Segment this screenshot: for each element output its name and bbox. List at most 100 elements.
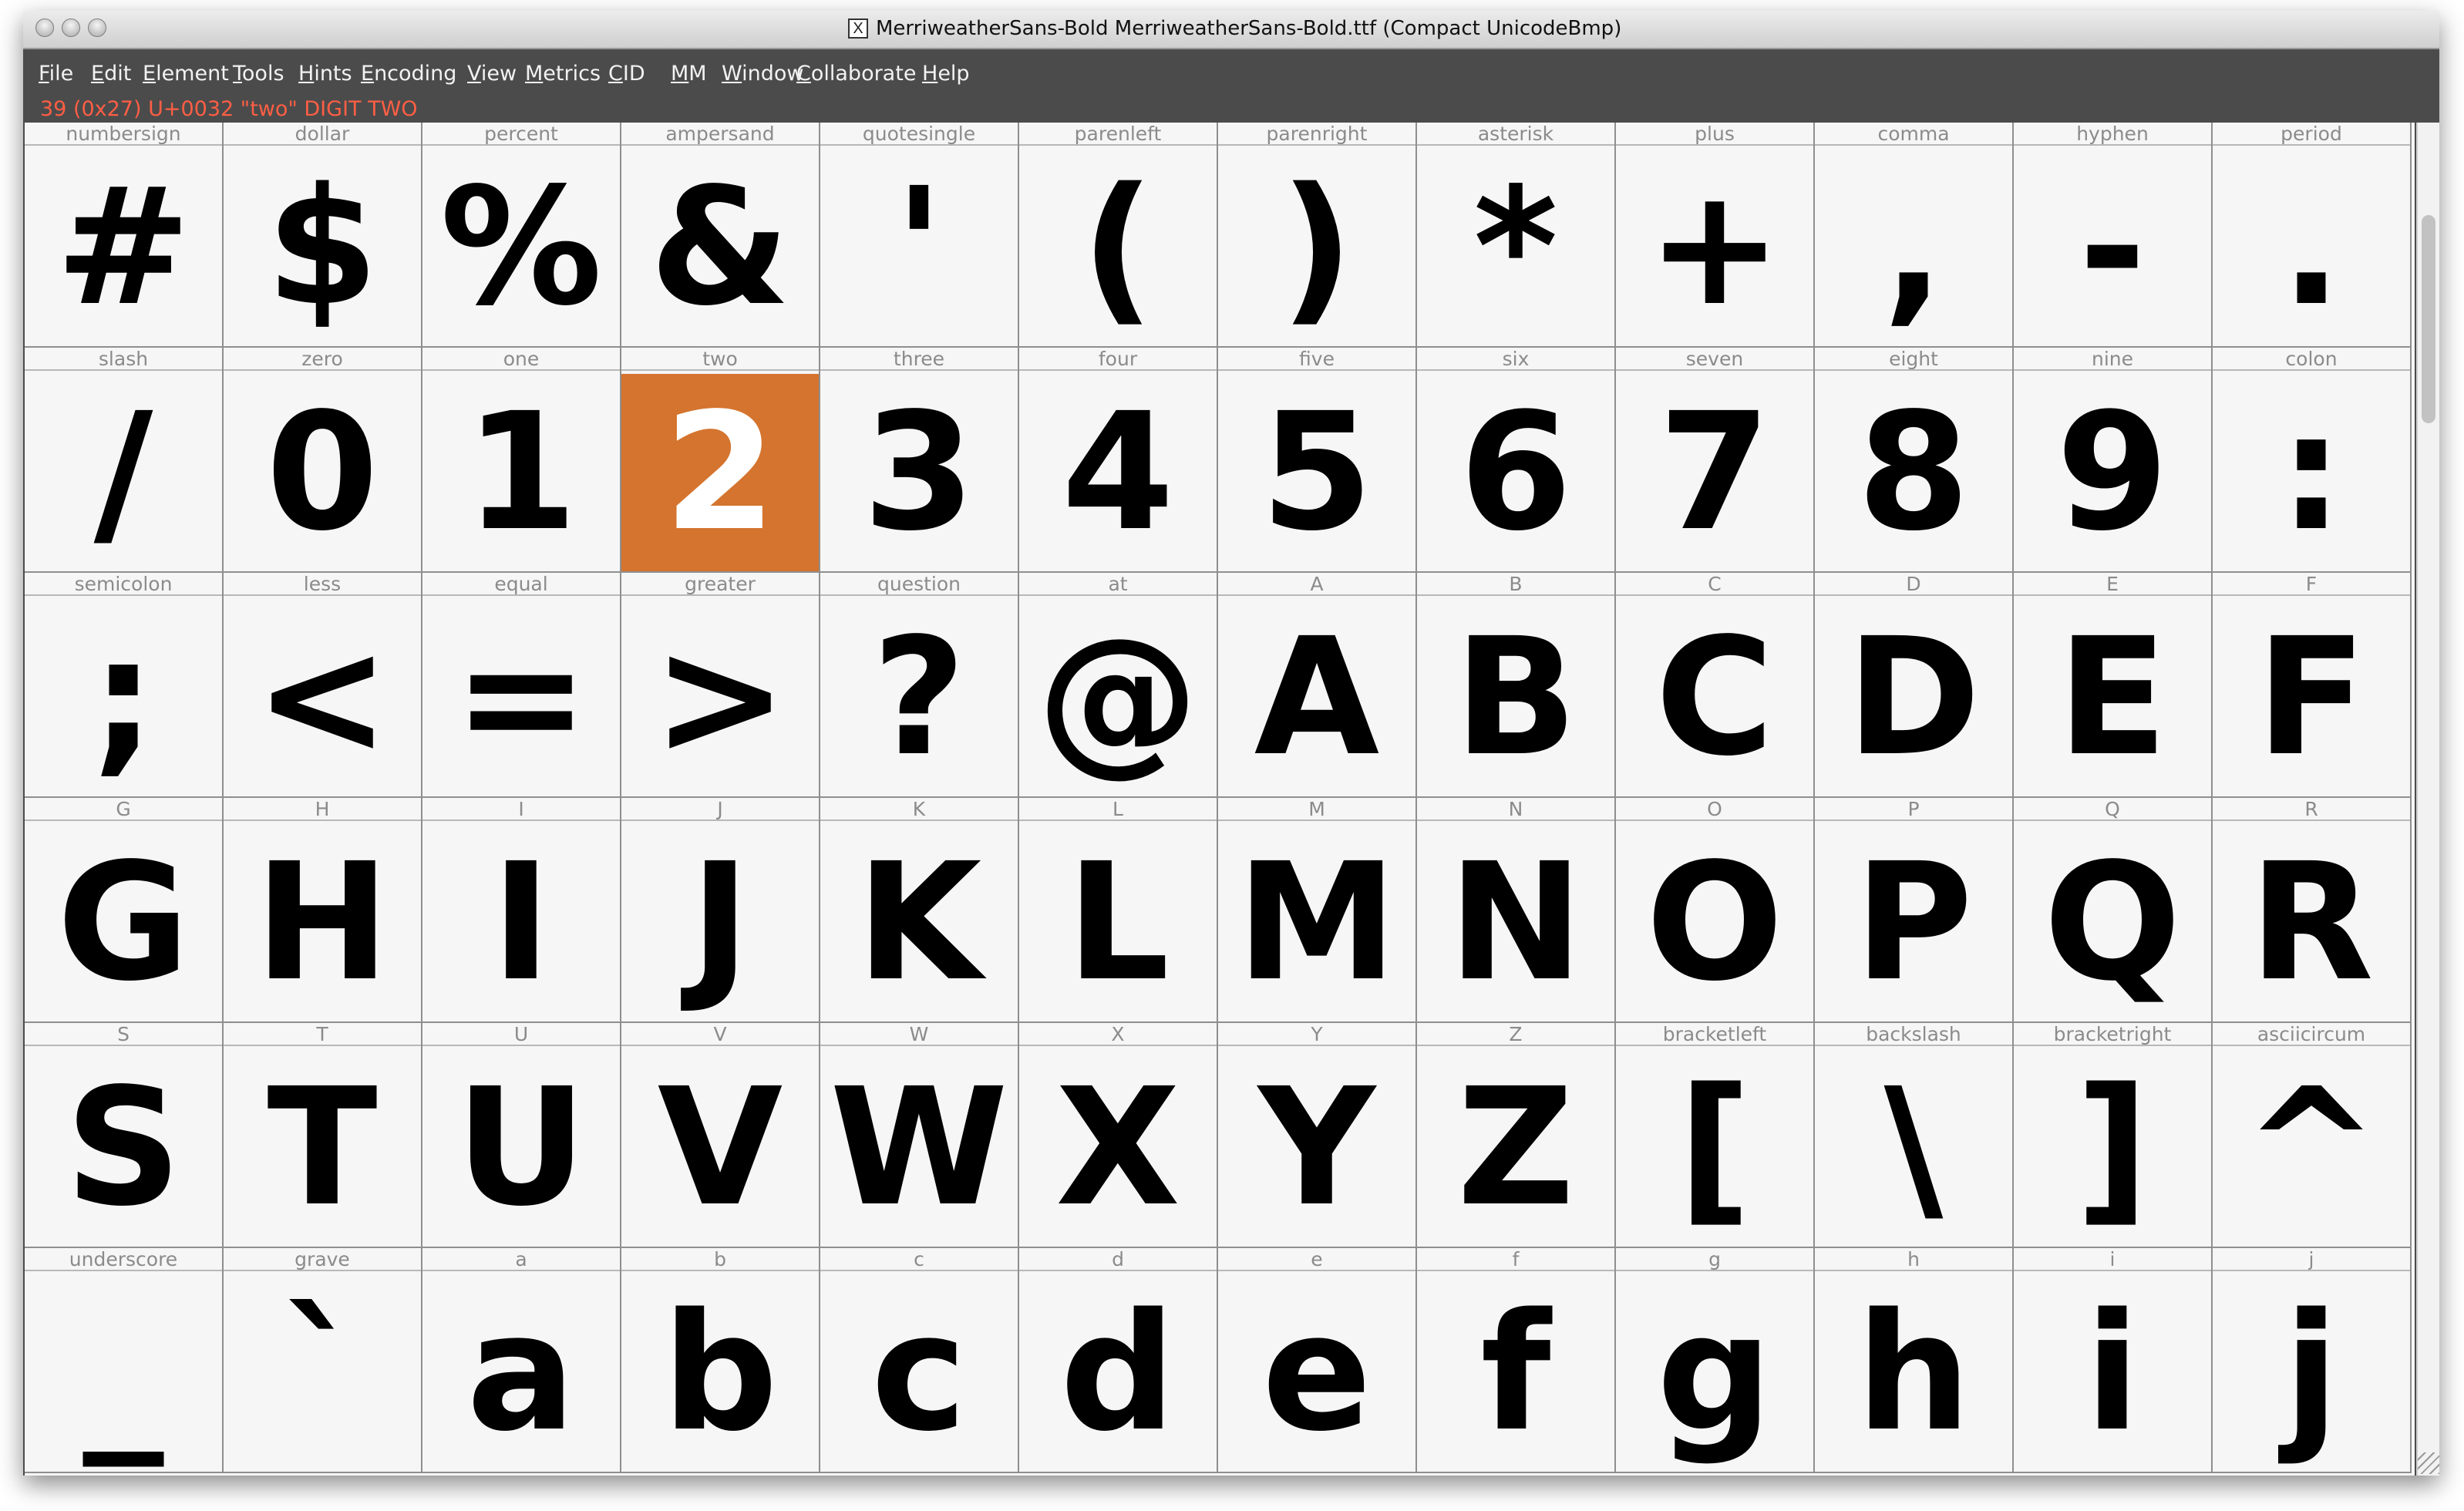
glyph-cell-L[interactable]: LL xyxy=(1019,798,1218,1023)
resize-grip-icon[interactable] xyxy=(2418,1452,2439,1474)
glyph-cell-W[interactable]: WW xyxy=(820,1023,1019,1248)
glyph-cell-at[interactable]: at @ xyxy=(1019,573,1218,798)
glyph-cell-three[interactable]: three 3 xyxy=(820,348,1019,573)
glyph-cell-zero[interactable]: zero 0 xyxy=(224,348,422,573)
glyph-cell-nine[interactable]: nine 9 xyxy=(2014,348,2213,573)
glyph-cell-grave[interactable]: grave ` xyxy=(224,1248,422,1473)
menu-view[interactable]: View xyxy=(467,62,517,86)
menu-edit[interactable]: Edit xyxy=(91,62,131,86)
glyph-name-label: asciicircum xyxy=(2213,1023,2410,1046)
menu-cid[interactable]: CID xyxy=(608,62,645,86)
glyph-cell-U[interactable]: UU xyxy=(422,1023,621,1248)
glyph-cell-G[interactable]: GG xyxy=(25,798,224,1023)
glyph-cell-P[interactable]: PP xyxy=(1815,798,2014,1023)
glyph-cell-semicolon[interactable]: semicolon; xyxy=(25,573,224,798)
glyph-cell-Q[interactable]: QQ xyxy=(2014,798,2213,1023)
menu-help[interactable]: Help xyxy=(922,62,970,86)
glyph-cell-asciicircum[interactable]: asciicircum ^ xyxy=(2213,1023,2412,1248)
glyph-cell-M[interactable]: MM xyxy=(1218,798,1417,1023)
glyph-cell-c[interactable]: cc xyxy=(820,1248,1019,1473)
glyph-cell-asterisk[interactable]: asterisk * xyxy=(1417,123,1616,348)
glyph-cell-e[interactable]: ee xyxy=(1218,1248,1417,1473)
glyph-cell-g[interactable]: gg xyxy=(1616,1248,1815,1473)
glyph-cell-Z[interactable]: ZZ xyxy=(1417,1023,1616,1248)
glyph-cell-one[interactable]: one 1 xyxy=(422,348,621,573)
glyph-name-label: c xyxy=(820,1248,1018,1271)
menu-hints[interactable]: Hints xyxy=(298,62,352,86)
glyph-cell-X[interactable]: XX xyxy=(1019,1023,1218,1248)
glyph-cell-E[interactable]: EE xyxy=(2014,573,2213,798)
glyph-cell-dollar[interactable]: dollar $ xyxy=(224,123,422,348)
glyph-cell-less[interactable]: less < xyxy=(224,573,422,798)
glyph-cell-I[interactable]: II xyxy=(422,798,621,1023)
glyph-cell-seven[interactable]: seven 7 xyxy=(1616,348,1815,573)
glyph-cell-ampersand[interactable]: ampersand & xyxy=(621,123,820,348)
glyph-name-label: I xyxy=(422,798,620,821)
glyph-cell-comma[interactable]: comma, xyxy=(1815,123,2014,348)
menu-file[interactable]: File xyxy=(39,62,73,86)
glyph-cell-four[interactable]: four 4 xyxy=(1019,348,1218,573)
glyph-cell-parenleft[interactable]: parenleft ( xyxy=(1019,123,1218,348)
glyph-cell-C[interactable]: CC xyxy=(1616,573,1815,798)
glyph-cell-N[interactable]: NN xyxy=(1417,798,1616,1023)
vertical-scrollbar[interactable] xyxy=(2416,123,2439,1476)
glyph-cell-percent[interactable]: percent% xyxy=(422,123,621,348)
glyph-cell-hyphen[interactable]: hyphen - xyxy=(2014,123,2213,348)
glyph-cell-backslash[interactable]: backslash \ xyxy=(1815,1023,2014,1248)
glyph-cell-J[interactable]: JJ xyxy=(621,798,820,1023)
glyph-cell-colon[interactable]: colon: xyxy=(2213,348,2412,573)
glyph-cell-six[interactable]: six 6 xyxy=(1417,348,1616,573)
glyph-cell-bracketleft[interactable]: bracketleft [ xyxy=(1616,1023,1815,1248)
glyph-name-label: j xyxy=(2213,1248,2410,1271)
glyph-cell-equal[interactable]: equal = xyxy=(422,573,621,798)
glyph-cell-question[interactable]: question? xyxy=(820,573,1019,798)
glyph-cell-parenright[interactable]: parenright) xyxy=(1218,123,1417,348)
glyph-cell-F[interactable]: FF xyxy=(2213,573,2412,798)
menu-mnemonic: W xyxy=(722,62,742,86)
glyph-name-label: F xyxy=(2213,573,2410,596)
glyph-cell-H[interactable]: HH xyxy=(224,798,422,1023)
menu-tools[interactable]: Tools xyxy=(233,62,284,86)
glyph-cell-bracketright[interactable]: bracketright] xyxy=(2014,1023,2213,1248)
menu-window[interactable]: Window xyxy=(722,62,803,86)
glyph-cell-K[interactable]: KK xyxy=(820,798,1019,1023)
glyph-cell-eight[interactable]: eight 8 xyxy=(1815,348,2014,573)
glyph-cell-B[interactable]: BB xyxy=(1417,573,1616,798)
glyph-cell-V[interactable]: VV xyxy=(621,1023,820,1248)
glyph-cell-five[interactable]: five 5 xyxy=(1218,348,1417,573)
glyph-cell-underscore[interactable]: underscore _ xyxy=(25,1248,224,1473)
glyph-cell-two[interactable]: two 2 xyxy=(621,348,820,573)
glyph-cell-slash[interactable]: slash / xyxy=(25,348,224,573)
glyph-cell-h[interactable]: hh xyxy=(1815,1248,2014,1473)
minimize-window-button[interactable] xyxy=(62,19,80,37)
glyph-cell-plus[interactable]: plus + xyxy=(1616,123,1815,348)
close-window-button[interactable] xyxy=(35,19,54,37)
menu-collaborate[interactable]: Collaborate xyxy=(796,62,916,86)
glyph-cell-b[interactable]: bb xyxy=(621,1248,820,1473)
menu-bar: File Edit Element Tools Hints Encoding View Met… xyxy=(23,49,2439,96)
scrollbar-thumb[interactable] xyxy=(2422,215,2435,423)
glyph-cell-A[interactable]: AA xyxy=(1218,573,1417,798)
menu-mm[interactable]: MM xyxy=(671,62,707,86)
glyph-cell-S[interactable]: SS xyxy=(25,1023,224,1248)
glyph-cell-O[interactable]: OO xyxy=(1616,798,1815,1023)
glyph-cell-numbersign[interactable]: numbersign # xyxy=(25,123,224,348)
glyph-cell-Y[interactable]: YY xyxy=(1218,1023,1417,1248)
glyph-cell-a[interactable]: aa xyxy=(422,1248,621,1473)
glyph-cell-R[interactable]: RR xyxy=(2213,798,2412,1023)
glyph-cell-j[interactable]: jj xyxy=(2213,1248,2412,1473)
zoom-window-button[interactable] xyxy=(88,19,106,37)
glyph-cell-T[interactable]: TT xyxy=(224,1023,422,1248)
glyph-cell-i[interactable]: ii xyxy=(2014,1248,2213,1473)
glyph-cell-greater[interactable]: greater > xyxy=(621,573,820,798)
menu-element[interactable]: Element xyxy=(143,62,229,86)
menu-metrics[interactable]: Metrics xyxy=(525,62,601,86)
glyph-cell-quotesingle[interactable]: quotesingle ' xyxy=(820,123,1019,348)
title-bar[interactable]: X MerriweatherSans-Bold MerriweatherSans… xyxy=(23,11,2439,49)
glyph-cell-period[interactable]: period. xyxy=(2213,123,2412,348)
glyph-name-label: hyphen xyxy=(2014,123,2211,146)
glyph-cell-d[interactable]: dd xyxy=(1019,1248,1218,1473)
glyph-cell-D[interactable]: DD xyxy=(1815,573,2014,798)
glyph-cell-f[interactable]: ff xyxy=(1417,1248,1616,1473)
menu-encoding[interactable]: Encoding xyxy=(361,62,456,86)
